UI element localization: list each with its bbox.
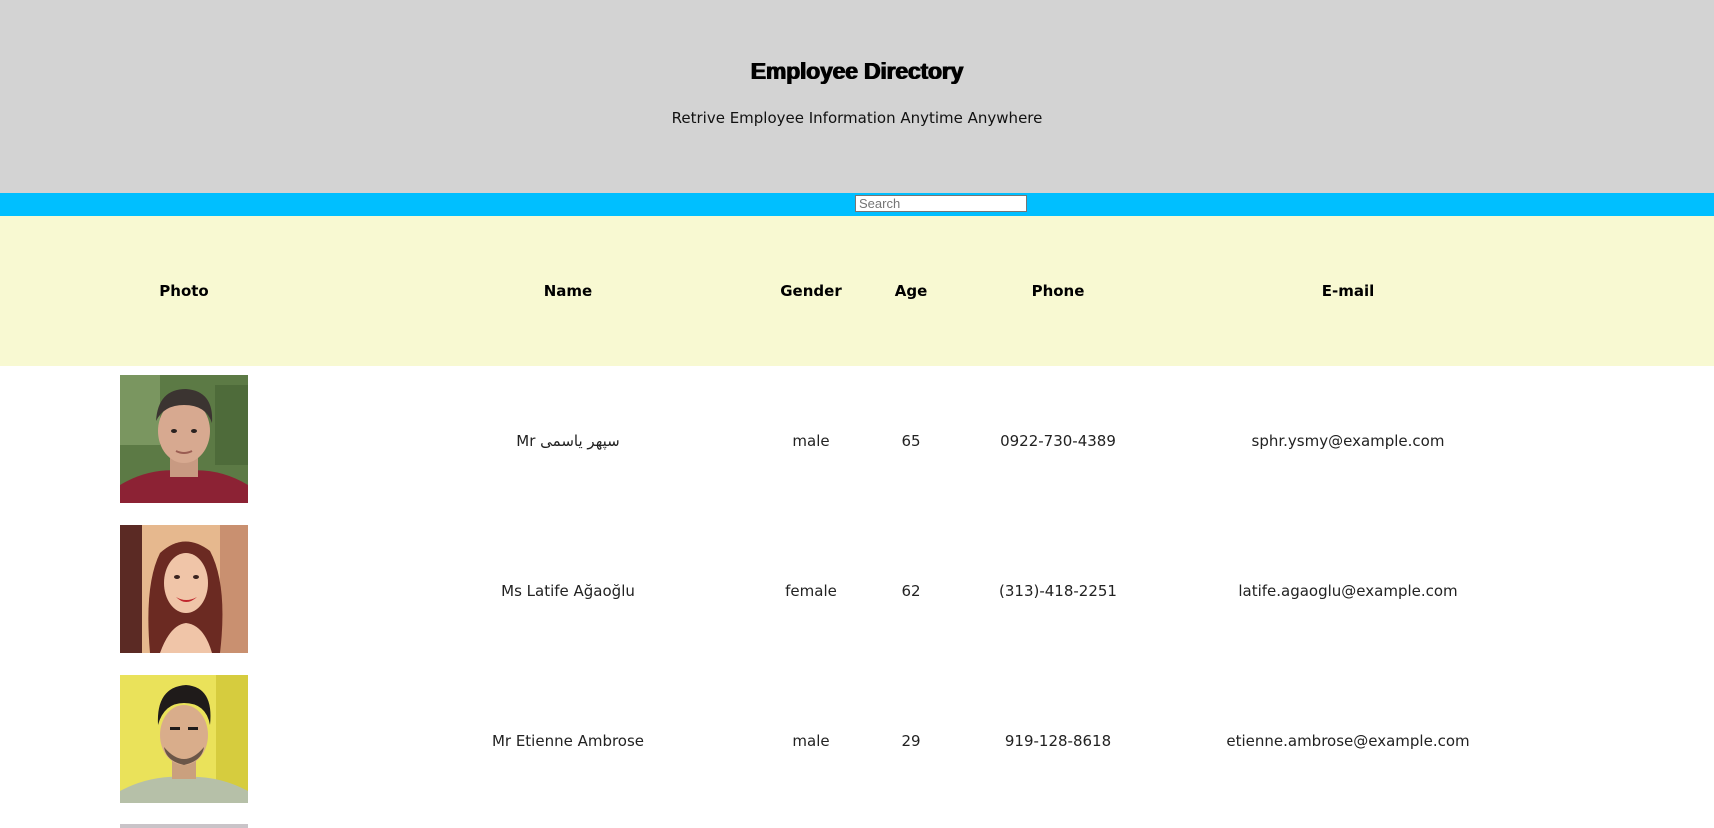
search-bar	[0, 193, 1714, 216]
employee-age: 65	[901, 432, 921, 450]
column-header-name[interactable]: Name	[368, 216, 768, 366]
employee-photo	[120, 675, 248, 803]
employee-phone: 919-128-8618	[1004, 732, 1112, 750]
column-header-gender[interactable]: Gender	[768, 216, 854, 366]
employee-age: 29	[901, 732, 921, 750]
table-row: Ms Latife Ağaoğlu female 62 (313)-418-22…	[0, 516, 1714, 666]
employee-photo-partial	[120, 824, 248, 828]
page-header: Employee Directory Retrive Employee Info…	[0, 0, 1714, 193]
table-row: Mr Etienne Ambrose male 29 919-128-8618 …	[0, 666, 1714, 816]
employee-gender: male	[792, 732, 830, 750]
employee-name: Mr Etienne Ambrose	[491, 732, 645, 750]
table-header: Photo Name Gender Age Phone E-mail	[0, 216, 1714, 366]
employee-name: Mr سپهر یاسمی	[516, 432, 620, 450]
employee-photo	[120, 375, 248, 503]
employee-email: latife.agaoglu@example.com	[1238, 582, 1458, 600]
employee-email: etienne.ambrose@example.com	[1226, 732, 1470, 750]
column-header-email[interactable]: E-mail	[1148, 216, 1548, 366]
employee-gender: male	[792, 432, 830, 450]
employee-gender: female	[785, 582, 837, 600]
page-title: Employee Directory	[750, 58, 964, 84]
column-header-age[interactable]: Age	[854, 216, 968, 366]
employee-email: sphr.ysmy@example.com	[1251, 432, 1445, 450]
search-input[interactable]	[855, 195, 1027, 212]
employee-photo	[120, 525, 248, 653]
employee-phone: (313)-418-2251	[999, 582, 1117, 600]
employee-phone: 0922-730-4389	[1000, 432, 1116, 450]
employee-name: Ms Latife Ağaoğlu	[501, 582, 635, 600]
employee-age: 62	[901, 582, 921, 600]
column-header-phone[interactable]: Phone	[968, 216, 1148, 366]
column-header-photo[interactable]: Photo	[0, 216, 368, 366]
table-row: Mr سپهر یاسمی male 65 0922-730-4389 sphr…	[0, 366, 1714, 516]
page-subtitle: Retrive Employee Information Anytime Any…	[671, 109, 1043, 127]
